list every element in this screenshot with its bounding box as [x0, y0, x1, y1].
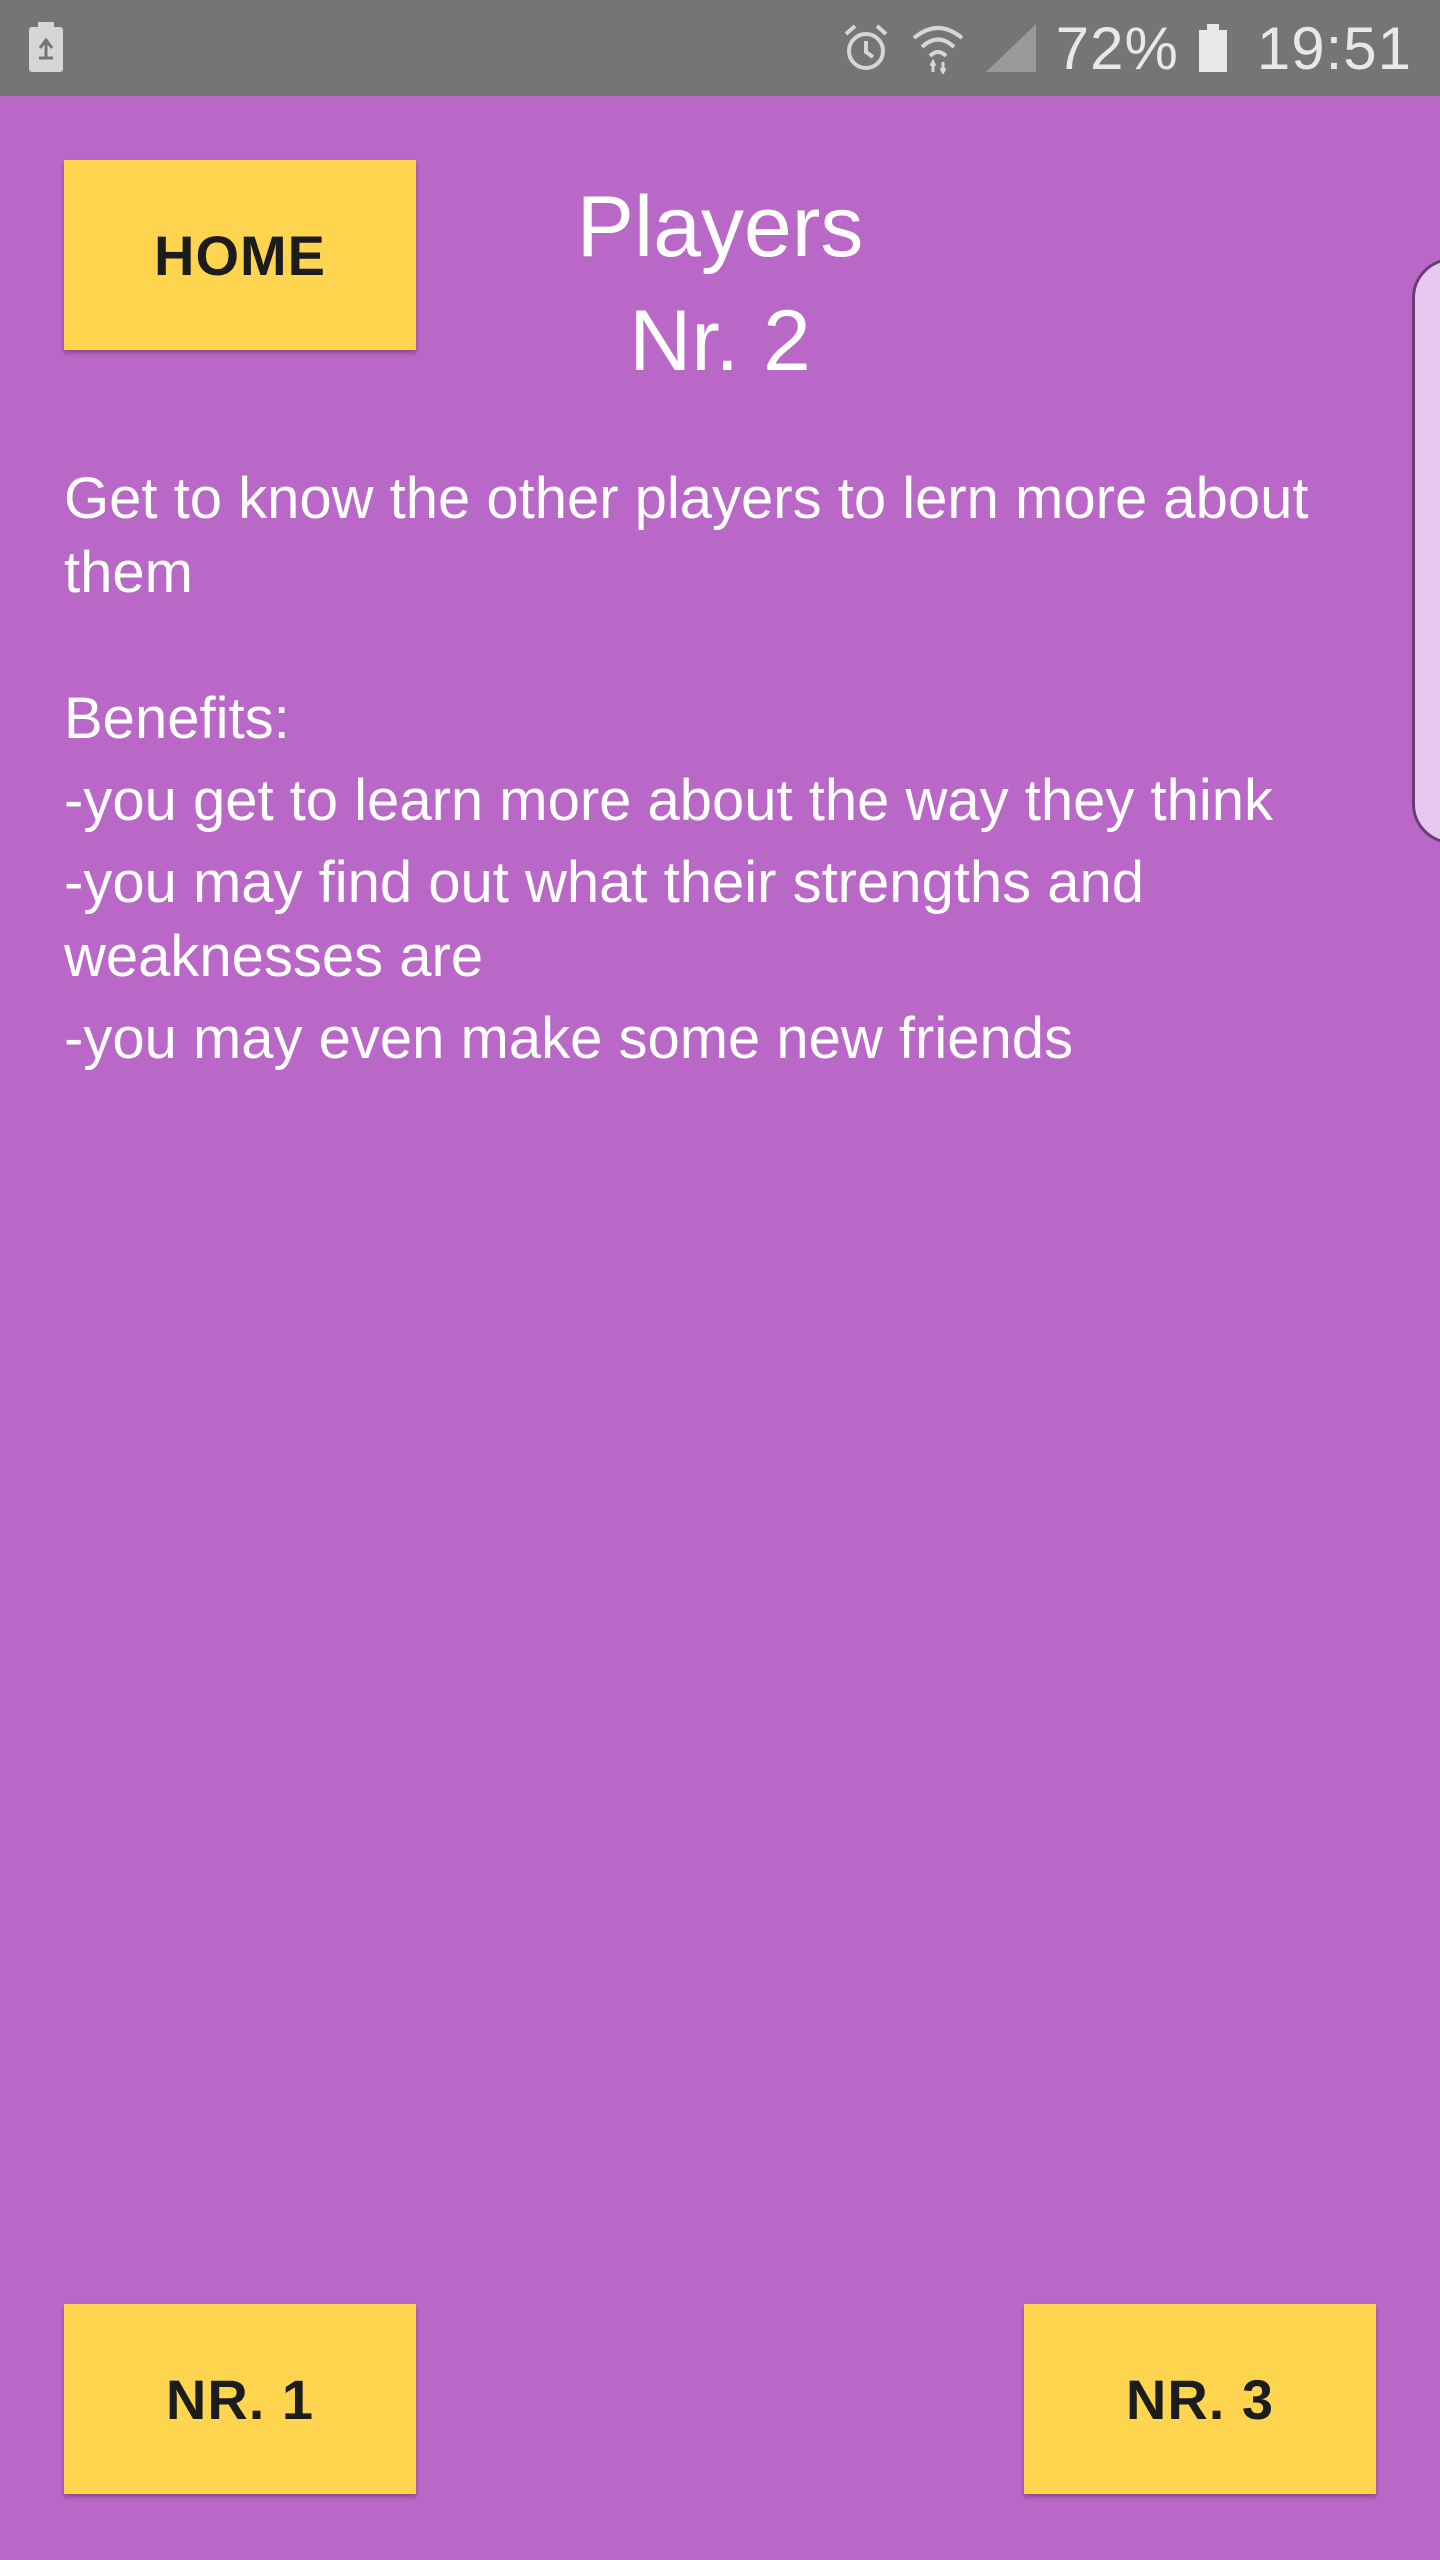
status-icons: 72% 19:51 — [840, 0, 1412, 96]
benefit-item: -you may find out what their strengths a… — [64, 850, 1145, 989]
next-player-button[interactable]: NR. 3 — [1024, 2304, 1376, 2494]
battery-icon — [1198, 24, 1227, 72]
status-bar: 72% 19:51 — [0, 0, 1440, 96]
home-button[interactable]: HOME — [64, 160, 416, 350]
page-title-line2: Nr. 2 — [629, 293, 811, 389]
battery-percent: 72% — [1055, 14, 1179, 82]
benefits-heading: Benefits: — [64, 686, 290, 751]
page-title: Players Nr. 2 — [470, 170, 970, 398]
edge-panel-handle[interactable] — [1412, 258, 1440, 844]
intro-text: Get to know the other players to lern mo… — [64, 466, 1309, 605]
alarm-icon — [844, 24, 888, 70]
content-text: Get to know the other players to lern mo… — [64, 462, 1384, 1076]
signal-icon — [985, 24, 1036, 72]
clock: 19:51 — [1256, 14, 1412, 82]
battery-saver-icon — [29, 22, 63, 72]
benefit-item: -you may even make some new friends — [64, 1006, 1073, 1071]
page-title-line1: Players — [576, 179, 864, 275]
benefit-item: -you get to learn more about the way the… — [64, 768, 1274, 833]
previous-player-button[interactable]: NR. 1 — [64, 2304, 416, 2494]
wifi-icon — [912, 26, 964, 74]
